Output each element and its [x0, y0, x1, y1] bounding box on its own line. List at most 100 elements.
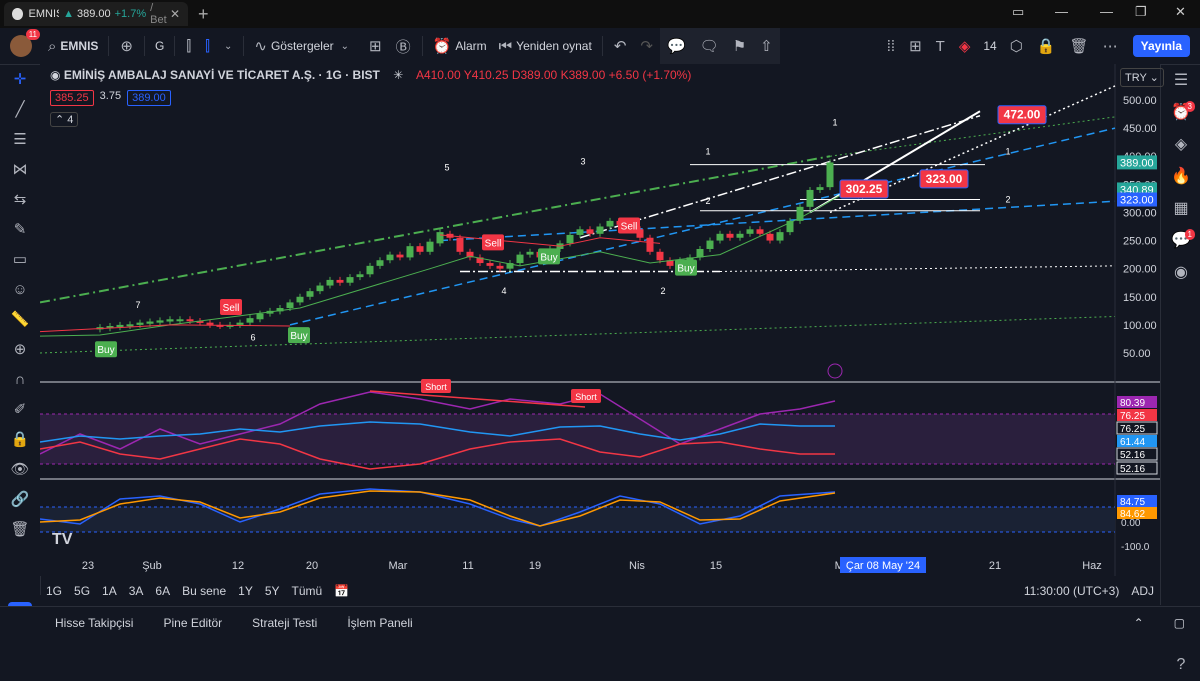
brush-icon[interactable]: ✎: [0, 215, 40, 245]
remove-drawings-icon[interactable]: 🗑: [0, 515, 40, 545]
text-icon[interactable]: ▭: [0, 245, 40, 275]
compare-add-icon[interactable]: ⊕: [113, 28, 140, 64]
candle: [326, 279, 334, 286]
fib-icon[interactable]: ☰: [0, 125, 40, 155]
bar-replay-b-icon[interactable]: Ⓑ: [389, 28, 418, 64]
redo-icon[interactable]: ↷: [633, 28, 660, 64]
maximize-panel-icon[interactable]: ▢: [1159, 616, 1200, 630]
close-window-icon[interactable]: ✕: [1175, 4, 1186, 20]
undo-icon[interactable]: ↶: [607, 28, 634, 64]
prediction-icon[interactable]: ⇆: [0, 185, 40, 215]
chevron-up-icon: ⌃: [55, 114, 65, 126]
help-icon[interactable]: ?: [1161, 649, 1200, 681]
zoom-in-icon[interactable]: ⊕: [0, 335, 40, 365]
range-5y[interactable]: 5Y: [259, 584, 286, 598]
range-1y[interactable]: 1Y: [232, 584, 259, 598]
indicators-button[interactable]: ∿ Göstergeler ⌄: [248, 28, 362, 64]
rsi-tag-text: 61.44: [1120, 437, 1145, 448]
replay-button[interactable]: ⏮ Yeniden oynat: [493, 28, 598, 64]
alerts-icon[interactable]: ⏰ 3: [1161, 97, 1200, 129]
legend-change: +6.50 (+1.70%): [608, 68, 692, 82]
avatar[interactable]: 11: [10, 29, 40, 57]
candle: [386, 254, 394, 261]
rsi-tag-text: 76.25: [1120, 424, 1145, 435]
tab-pine-editor[interactable]: Pine Editör: [148, 616, 237, 630]
publish-button[interactable]: Yayınla: [1132, 35, 1190, 57]
lock-icon[interactable]: 🔒: [1030, 28, 1063, 64]
flag-icon[interactable]: ⚑: [725, 28, 754, 64]
trash-icon[interactable]: 🗑: [1063, 28, 1096, 64]
wave-label: 2: [705, 196, 710, 206]
eye-icon[interactable]: 👁: [0, 455, 40, 485]
layout-icon[interactable]: ⊞: [902, 28, 929, 64]
range-1a[interactable]: 1A: [96, 584, 123, 598]
tradingview-logo-icon: TV: [52, 531, 73, 548]
watchlist-icon[interactable]: ☰: [1161, 65, 1200, 97]
ideas-icon[interactable]: ◉: [1161, 257, 1200, 289]
legend-settings-icon[interactable]: ✳: [393, 68, 403, 82]
crosshair-icon[interactable]: ✛: [0, 65, 40, 95]
range-5g[interactable]: 5G: [68, 584, 96, 598]
text-tool-icon[interactable]: T: [929, 28, 952, 64]
range-3a[interactable]: 3A: [123, 584, 150, 598]
font-size[interactable]: 14: [977, 28, 1002, 64]
tab-close-icon[interactable]: ✕: [170, 7, 180, 21]
bid-price[interactable]: 385.25: [50, 90, 94, 106]
stay-drawing-icon[interactable]: ✐: [0, 395, 40, 425]
arrow-up-icon[interactable]: ⇧: [753, 28, 780, 64]
maximize-icon[interactable]: ❐: [1135, 4, 1147, 20]
adj-toggle[interactable]: ADJ: [1125, 584, 1160, 598]
cast-icon[interactable]: ▭: [1012, 4, 1024, 20]
range-all[interactable]: Tümü: [286, 584, 329, 598]
chat-icon[interactable]: 💬 1: [1161, 225, 1200, 257]
candle: [136, 322, 144, 325]
grid-icon[interactable]: ⁞⁞: [880, 28, 902, 64]
layers-icon[interactable]: ◈: [1161, 129, 1200, 161]
alarm-button[interactable]: ⏰ Alarm: [427, 28, 493, 64]
bid-ask-box: 385.25 3.75 389.00: [50, 90, 171, 106]
calendar-icon[interactable]: ▦: [1161, 193, 1200, 225]
fill-color-icon[interactable]: ◈: [952, 28, 978, 64]
new-tab-button[interactable]: +: [198, 4, 209, 25]
tab-trading-panel[interactable]: İşlem Paneli: [332, 616, 427, 630]
candle: [336, 279, 344, 283]
callout-icon[interactable]: 💬: [659, 28, 693, 64]
signal-text: Sell: [485, 238, 502, 249]
interval-button[interactable]: G: [149, 28, 170, 64]
wave-label: 5: [444, 162, 449, 172]
tab-strategy-tester[interactable]: Strateji Testi: [237, 616, 332, 630]
range-6a[interactable]: 6A: [149, 584, 176, 598]
link-icon[interactable]: 🔗: [0, 485, 40, 515]
candle: [806, 189, 814, 207]
magnet-icon[interactable]: ∩: [0, 365, 40, 395]
templates-icon[interactable]: ⊞: [362, 28, 389, 64]
symbol-search[interactable]: ⌕ EMNIS: [42, 28, 104, 64]
window-minimize-icon[interactable]: —: [1100, 4, 1113, 19]
bar-style-icon[interactable]: ⫿: [179, 28, 198, 64]
currency-label: TRY: [1125, 72, 1147, 84]
currency-select[interactable]: TRY ⌄: [1120, 68, 1164, 87]
collapse-panel-icon[interactable]: ⌃: [1119, 616, 1159, 630]
ask-price[interactable]: 389.00: [127, 90, 171, 106]
hotlist-fire-icon[interactable]: 🔥: [1161, 161, 1200, 193]
range-1g[interactable]: 1G: [40, 584, 68, 598]
emoji-icon[interactable]: ☺: [0, 275, 40, 305]
minimize-icon[interactable]: —: [1055, 4, 1068, 19]
ruler-icon[interactable]: 📏: [0, 305, 40, 335]
chevron-down-icon[interactable]: ⌄: [217, 28, 239, 64]
pattern-icon[interactable]: ⋈: [0, 155, 40, 185]
lock-drawings-icon[interactable]: 🔒: [0, 425, 40, 455]
candle-style-icon[interactable]: ⫿: [198, 28, 217, 64]
short-text: Short: [575, 392, 597, 402]
more-icon[interactable]: ⋯: [1096, 28, 1125, 64]
settings-icon[interactable]: ⬡: [1003, 28, 1030, 64]
trend-line-icon[interactable]: ╱: [0, 95, 40, 125]
comment-icon[interactable]: 🗨: [692, 28, 726, 64]
clock-time[interactable]: 11:30:00 (UTC+3): [1018, 584, 1126, 598]
tab-stock-screener[interactable]: Hisse Takipçisi: [40, 616, 148, 630]
chart-canvas[interactable]: BuySellBuySellBuySellBuy76543211 12 2472.0…: [40, 64, 1160, 576]
browser-tab[interactable]: EMNIS ▲ 389.00 +1.7% / Bet ✕: [4, 2, 188, 26]
date-range-icon[interactable]: 📅: [328, 584, 355, 598]
indicator-toggle[interactable]: ⌃ 4: [50, 112, 79, 127]
range-ytd[interactable]: Bu sene: [176, 584, 232, 598]
